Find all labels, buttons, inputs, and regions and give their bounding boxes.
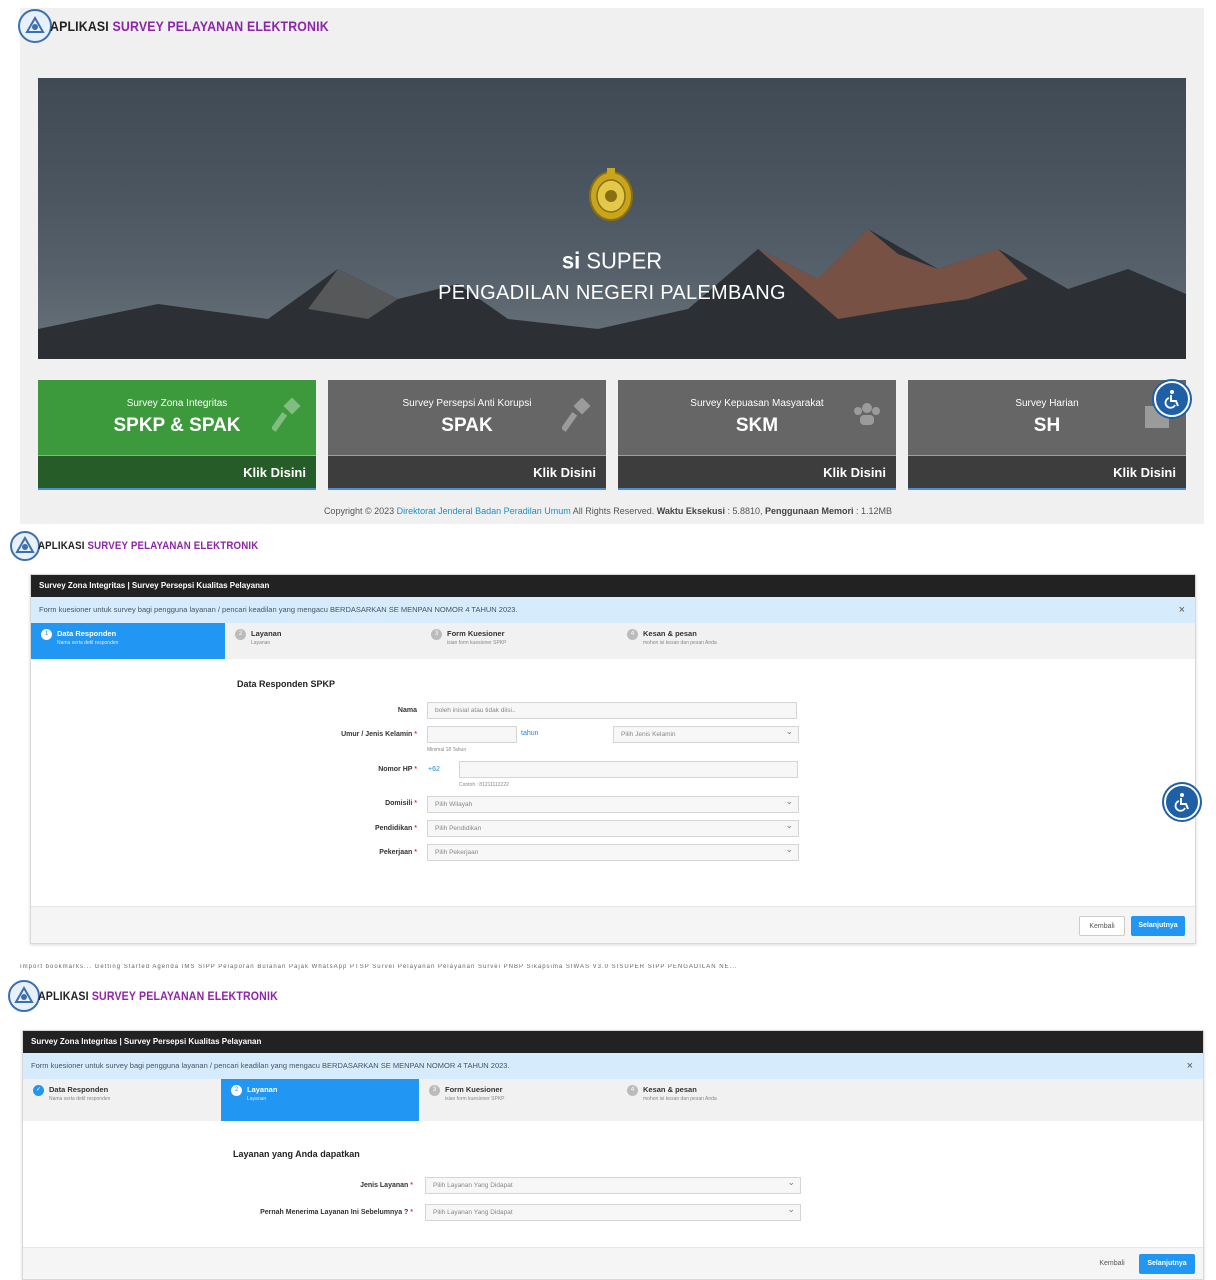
footer-link[interactable]: Direktorat Jenderal Badan Peradilan Umum bbox=[397, 506, 571, 516]
card-spkp-spak[interactable]: Survey Zona Integritas SPKP & SPAK Klik … bbox=[38, 380, 316, 490]
nama-label: Nama bbox=[397, 707, 417, 714]
gavel-icon bbox=[272, 398, 301, 432]
next-button[interactable]: Selanjutnya bbox=[1131, 916, 1185, 936]
pernah-label: Pernah Menerima Layanan Ini Sebelumnya ?… bbox=[260, 1209, 413, 1216]
hp-hint: Contoh : 81211112222 bbox=[459, 782, 509, 788]
umur-unit: tahun bbox=[521, 730, 539, 737]
wheelchair-icon bbox=[1174, 793, 1189, 812]
pekerjaan-label: Pekerjaan * bbox=[379, 849, 417, 856]
hero-subtitle: PENGADILAN NEGERI PALEMBANG bbox=[438, 282, 786, 304]
accessibility-button[interactable] bbox=[1154, 381, 1190, 417]
browser-bookmarks-bar: Import bookmarks... Getting Started Agen… bbox=[20, 964, 738, 970]
domisili-label: Domisili * bbox=[385, 800, 417, 807]
copyright-footer: Copyright © 2023 Direktorat Jenderal Bad… bbox=[323, 506, 893, 516]
app-title: APLIKASI SURVEY PELAYANAN ELEKTRONIK bbox=[50, 18, 329, 34]
app-title: APLIKASI SURVEY PELAYANAN ELEKTRONIK bbox=[38, 989, 278, 1003]
hero-banner: si SUPER PENGADILAN NEGERI PALEMBANG bbox=[38, 78, 1186, 359]
app-header: APLIKASI SURVEY PELAYANAN ELEKTRONIK bbox=[8, 976, 311, 1016]
section-title: Layanan yang Anda dapatkan bbox=[233, 1149, 360, 1159]
klik-disini-link[interactable]: Klik Disini bbox=[38, 455, 316, 490]
check-icon: ✓ bbox=[33, 1085, 44, 1096]
accessibility-button[interactable] bbox=[1164, 784, 1200, 820]
app-logo bbox=[18, 9, 52, 43]
step-kesan-pesan[interactable]: 4 Kesan & pesan mohon isi kesan dan pesan … bbox=[617, 1079, 815, 1121]
pekerjaan-select[interactable]: Pilih Pekerjaan bbox=[427, 842, 799, 861]
form-footer: Kembali Selanjutnya bbox=[23, 1247, 1203, 1279]
nomor-hp-input[interactable] bbox=[459, 761, 798, 778]
klik-disini-link[interactable]: Klik Disini bbox=[328, 455, 606, 490]
form-footer: Kembali Selanjutnya bbox=[31, 906, 1195, 943]
step-form-kuesioner[interactable]: 3 Form Kuesioner isian form kuesioner SPKP bbox=[421, 623, 617, 659]
klik-disini-link[interactable]: Klik Disini bbox=[618, 455, 896, 490]
app-title: APLIKASI SURVEY PELAYANAN ELEKTRONIK bbox=[38, 540, 259, 552]
wizard-steps: 1 Data Responden Nama serta detil responde… bbox=[31, 623, 1195, 659]
step-data-responden[interactable]: ✓ Data Responden Nama serta detil responde… bbox=[23, 1079, 221, 1121]
umur-hint: Minimal 18 Tahun bbox=[427, 747, 467, 753]
step-kesan-pesan[interactable]: 4 Kesan & pesan mohon isi kesan dan pesan … bbox=[617, 623, 813, 659]
step-data-responden[interactable]: 1 Data Responden Nama serta detil responde… bbox=[31, 623, 225, 659]
card-spak[interactable]: Survey Persepsi Anti Korupsi SPAK Klik D… bbox=[328, 380, 606, 490]
jenis-layanan-select[interactable]: Pilih Layanan Yang Didapat bbox=[425, 1175, 801, 1194]
survey-form-step2: Survey Zona Integritas | Survey Persepsi… bbox=[22, 1030, 1204, 1280]
pernah-select[interactable]: Pilih Layanan Yang Didapat bbox=[425, 1202, 801, 1221]
app-header: APLIKASI SURVEY PELAYANAN ELEKTRONIK bbox=[18, 6, 367, 46]
survey-form-step1: Survey Zona Integritas | Survey Persepsi… bbox=[30, 574, 1196, 944]
users-icon bbox=[854, 403, 880, 425]
umur-input[interactable] bbox=[427, 726, 517, 743]
back-button[interactable]: Kembali bbox=[1089, 1254, 1135, 1274]
step-layanan[interactable]: 2 Layanan Layanan bbox=[225, 623, 421, 659]
form-alert: Form kuesioner untuk survey bagi penggun… bbox=[23, 1053, 1203, 1079]
klik-disini-link[interactable]: Klik Disini bbox=[908, 455, 1186, 490]
court-emblem-icon bbox=[589, 168, 633, 221]
step-layanan[interactable]: 2 Layanan Layanan bbox=[221, 1079, 419, 1121]
hero-title: si SUPER bbox=[561, 247, 663, 274]
app-logo bbox=[10, 531, 40, 561]
section-title: Data Responden SPKP bbox=[237, 679, 336, 689]
pendidikan-label: Pendidikan * bbox=[374, 825, 417, 832]
app-logo bbox=[8, 980, 40, 1012]
card-skm[interactable]: Survey Kepuasan Masyarakat SKM Klik Disi… bbox=[618, 380, 896, 490]
form-alert: Form kuesioner untuk survey bagi penggun… bbox=[31, 597, 1195, 623]
form-header: Survey Zona Integritas | Survey Persepsi… bbox=[23, 1031, 1203, 1053]
next-button[interactable]: Selanjutnya bbox=[1139, 1254, 1195, 1274]
form-header: Survey Zona Integritas | Survey Persepsi… bbox=[31, 575, 1195, 597]
wheelchair-icon bbox=[1164, 390, 1179, 409]
domisili-select[interactable]: Pilih Wilayah bbox=[427, 794, 799, 813]
close-icon[interactable]: × bbox=[1187, 1053, 1193, 1079]
nomor-hp-label: Nomor HP * bbox=[378, 766, 417, 773]
gavel-icon bbox=[562, 398, 591, 432]
card-sh[interactable]: Survey Harian SH Klik Disini bbox=[908, 380, 1186, 490]
jenis-layanan-label: Jenis Layanan * bbox=[360, 1182, 413, 1189]
app-header: APLIKASI SURVEY PELAYANAN ELEKTRONIK bbox=[10, 526, 289, 566]
back-button[interactable]: Kembali bbox=[1079, 916, 1125, 936]
wizard-steps: ✓ Data Responden Nama serta detil responde… bbox=[23, 1079, 1203, 1121]
nama-input[interactable]: boleh inisial atau tidak diisi.. bbox=[427, 702, 797, 719]
step-form-kuesioner[interactable]: 3 Form Kuesioner isian form kuesioner SPKP bbox=[419, 1079, 617, 1121]
hp-prefix: +62 bbox=[428, 766, 440, 773]
umur-label: Umur / Jenis Kelamin * bbox=[341, 731, 417, 738]
jenis-kelamin-select[interactable]: Pilih Jenis Kelamin bbox=[613, 724, 799, 743]
close-icon[interactable]: × bbox=[1179, 597, 1185, 623]
pendidikan-select[interactable]: Pilih Pendidikan bbox=[427, 818, 799, 837]
